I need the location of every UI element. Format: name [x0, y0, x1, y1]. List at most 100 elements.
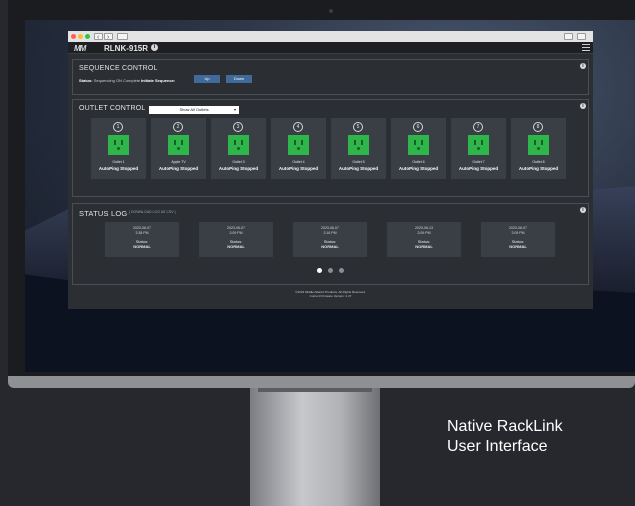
- monitor-stand: [250, 384, 380, 506]
- power-outlet-icon[interactable]: [408, 135, 429, 155]
- desktop-screen: ‹ › MM RLNK-915R i SEQUENCE CONTROL i St…: [25, 20, 635, 372]
- outlet-ground: [177, 147, 180, 150]
- outlet-card[interactable]: 7 Outlet 7 AutoPing Stopped: [451, 118, 506, 179]
- sequence-control-title: SEQUENCE CONTROL: [79, 65, 158, 72]
- sequence-status-label: Status:: [79, 78, 93, 83]
- outlet-card[interactable]: 1 Outlet 1 AutoPing Stopped: [91, 118, 146, 179]
- outlet-slot: [414, 140, 416, 145]
- chevron-down-icon: ▾: [233, 107, 236, 112]
- outlet-slot: [354, 140, 356, 145]
- power-outlet-icon[interactable]: [108, 135, 129, 155]
- status-log-card: 2023-06-07 2:16 PM Status: NORMAL: [293, 222, 367, 257]
- outlet-number-badge: 8: [533, 122, 543, 132]
- pager-dot[interactable]: [328, 268, 333, 273]
- outlet-autoping-state: AutoPing Stopped: [338, 166, 379, 171]
- sequence-down-button[interactable]: Down: [226, 75, 252, 83]
- outlet-number-badge: 7: [473, 122, 483, 132]
- log-timestamp: 2023-06-07 2:09 PM: [481, 226, 555, 235]
- outlet-slot: [481, 140, 483, 145]
- power-outlet-icon[interactable]: [168, 135, 189, 155]
- outlet-card[interactable]: 3 Outlet 3 AutoPing Stopped: [211, 118, 266, 179]
- outlet-slot: [541, 140, 543, 145]
- hamburger-menu-icon[interactable]: [582, 44, 590, 51]
- sequence-control-panel: SEQUENCE CONTROL i Status: Sequencing ON…: [72, 59, 589, 95]
- log-status-value: NORMAL: [133, 244, 151, 249]
- outlet-slot: [121, 140, 123, 145]
- sequence-up-button[interactable]: Up: [194, 75, 220, 83]
- outlet-number-badge: 4: [293, 122, 303, 132]
- log-status: Status: NORMAL: [199, 239, 273, 249]
- status-log-card: 2023-06-07 2:38 PM Status: NORMAL: [105, 222, 179, 257]
- outlet-name: Outlet 1: [112, 160, 125, 164]
- log-status-value: NORMAL: [227, 244, 245, 249]
- status-log-card: 2023-06-07 2:09 PM Status: NORMAL: [481, 222, 555, 257]
- log-status: Status: NORMAL: [387, 239, 461, 249]
- outlet-card[interactable]: 4 Outlet 4 AutoPing Stopped: [271, 118, 326, 179]
- power-outlet-icon[interactable]: [348, 135, 369, 155]
- outlet-autoping-state: AutoPing Stopped: [398, 166, 439, 171]
- sidebar-toggle-icon[interactable]: [117, 33, 128, 40]
- outlet-ground: [237, 147, 240, 150]
- status-log-card: 2023-06-13 2:09 PM Status: NORMAL: [387, 222, 461, 257]
- caption: Native RackLink User Interface: [447, 417, 563, 457]
- footer-firmware: Current Firmware Version: 1.47: [309, 294, 352, 298]
- download-log-link[interactable]: [ DOWNLOAD LOG AS CSV ]: [129, 210, 175, 214]
- outlet-card[interactable]: 6 Outlet 6 AutoPing Stopped: [391, 118, 446, 179]
- sequence-info-icon[interactable]: i: [580, 63, 586, 69]
- outlet-filter-select[interactable]: Show All Outlets ▾: [149, 106, 239, 114]
- device-name: RLNK-915R: [104, 43, 149, 53]
- zoom-window-button[interactable]: [85, 34, 90, 39]
- outlet-slot: [114, 140, 116, 145]
- pager-dot[interactable]: [339, 268, 344, 273]
- outlet-card[interactable]: 2 Apple TV AutoPing Stopped: [151, 118, 206, 179]
- camera-dot: [329, 9, 333, 13]
- sequence-status: Status: Sequencing ON Complete: [79, 78, 140, 83]
- power-outlet-icon[interactable]: [468, 135, 489, 155]
- outlet-ground: [117, 147, 120, 150]
- outlet-info-icon[interactable]: i: [580, 103, 586, 109]
- outlet-name: Outlet 8: [532, 160, 545, 164]
- outlet-ground: [417, 147, 420, 150]
- outlet-number-badge: 2: [173, 122, 183, 132]
- initiate-sequence-label: Initiate Sequence:: [141, 78, 176, 83]
- outlet-name: Outlet 7: [472, 160, 485, 164]
- outlet-card[interactable]: 8 Outlet 8 AutoPing Stopped: [511, 118, 566, 179]
- power-outlet-icon[interactable]: [228, 135, 249, 155]
- back-button[interactable]: ‹: [94, 33, 103, 41]
- brand-logo: MM: [74, 44, 86, 53]
- minimize-window-button[interactable]: [78, 34, 83, 39]
- outlet-slot: [174, 140, 176, 145]
- share-icon[interactable]: [564, 33, 573, 40]
- outlet-autoping-state: AutoPing Stopped: [218, 166, 259, 171]
- outlet-slot: [241, 140, 243, 145]
- log-status-value: NORMAL: [321, 244, 339, 249]
- outlet-card[interactable]: 5 Outlet 5 AutoPing Stopped: [331, 118, 386, 179]
- log-time: 2:09 PM: [511, 230, 525, 235]
- outlet-slot: [234, 140, 236, 145]
- outlet-number-badge: 6: [413, 122, 423, 132]
- forward-arrow-icon: ›: [107, 34, 110, 41]
- close-window-button[interactable]: [71, 34, 76, 39]
- log-status: Status: NORMAL: [105, 239, 179, 249]
- outlet-ground: [297, 147, 300, 150]
- outlet-name: Outlet 4: [292, 160, 305, 164]
- log-time: 2:38 PM: [135, 230, 149, 235]
- forward-button[interactable]: ›: [104, 33, 113, 41]
- tabs-overview-icon[interactable]: [577, 33, 586, 40]
- outlet-slot: [421, 140, 423, 145]
- log-time: 2:16 PM: [323, 230, 337, 235]
- outlet-autoping-state: AutoPing Stopped: [518, 166, 559, 171]
- status-log-info-icon[interactable]: i: [580, 207, 586, 213]
- app-header: MM RLNK-915R i: [68, 42, 593, 54]
- power-outlet-icon[interactable]: [528, 135, 549, 155]
- pager-dot[interactable]: [317, 268, 322, 273]
- power-outlet-icon[interactable]: [288, 135, 309, 155]
- outlet-slot: [474, 140, 476, 145]
- device-info-icon[interactable]: i: [151, 44, 158, 51]
- outlet-filter-value: Show All Outlets: [179, 107, 209, 112]
- log-status: Status: NORMAL: [293, 239, 367, 249]
- browser-window: ‹ › MM RLNK-915R i SEQUENCE CONTROL i St…: [68, 31, 593, 309]
- browser-toolbar: ‹ ›: [68, 31, 593, 42]
- log-status-value: NORMAL: [415, 244, 433, 249]
- log-status-value: NORMAL: [509, 244, 527, 249]
